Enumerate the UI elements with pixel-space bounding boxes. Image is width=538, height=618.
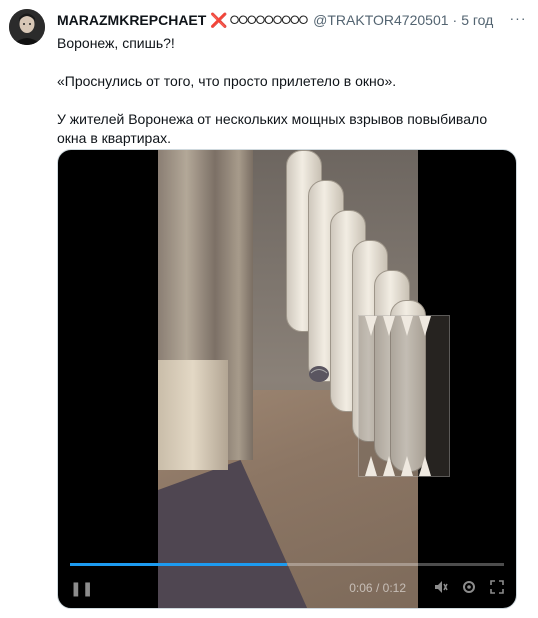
- tweet-header: MARAZMKREPCHAET ❌ ⭘⭘⭘⭘⭘⭘⭘⭘⭘ @TRAKTOR4720…: [57, 10, 528, 30]
- video-progress-fill: [70, 563, 287, 566]
- display-name[interactable]: MARAZMKREPCHAET: [57, 12, 206, 28]
- video-progress-bar[interactable]: [70, 563, 504, 566]
- more-options-icon[interactable]: ···: [508, 10, 528, 30]
- video-controls: ❚❚ 0:06 / 0:12: [58, 568, 516, 608]
- video-frame[interactable]: [158, 150, 450, 608]
- avatar[interactable]: [9, 9, 45, 45]
- settings-icon[interactable]: [462, 580, 476, 597]
- volume-icon[interactable]: [434, 580, 448, 597]
- watermark-overlay: [358, 315, 450, 477]
- current-time: 0:06: [349, 581, 373, 595]
- tweet-text-line: У жителей Воронежа от нескольких мощных …: [57, 111, 488, 146]
- tweet-time[interactable]: 5 год: [461, 12, 493, 28]
- video-curtain-lower: [158, 360, 228, 470]
- separator-dot: ·: [452, 12, 458, 28]
- cross-emoji: ❌: [210, 11, 228, 28]
- tweet-card: MARAZMKREPCHAET ❌ ⭘⭘⭘⭘⭘⭘⭘⭘⭘ @TRAKTOR4720…: [0, 0, 538, 618]
- duration: 0:12: [382, 581, 406, 595]
- user-handle[interactable]: @TRAKTOR4720501: [313, 12, 448, 28]
- video-object: [309, 366, 329, 382]
- video-player[interactable]: ❚❚ 0:06 / 0:12: [57, 149, 517, 609]
- tweet-text: Воронеж, спишь?! «Проснулись от того, чт…: [57, 34, 517, 148]
- video-timecode: 0:06 / 0:12: [349, 581, 406, 595]
- circles-emoji: ⭘⭘⭘⭘⭘⭘⭘⭘⭘: [229, 12, 308, 27]
- pause-icon[interactable]: ❚❚: [70, 580, 93, 597]
- avatar-image: [9, 9, 45, 45]
- tweet-text-line: Воронеж, спишь?!: [57, 35, 175, 51]
- tweet-text-line: «Проснулись от того, что просто прилетел…: [57, 73, 397, 89]
- fullscreen-icon[interactable]: [490, 579, 504, 597]
